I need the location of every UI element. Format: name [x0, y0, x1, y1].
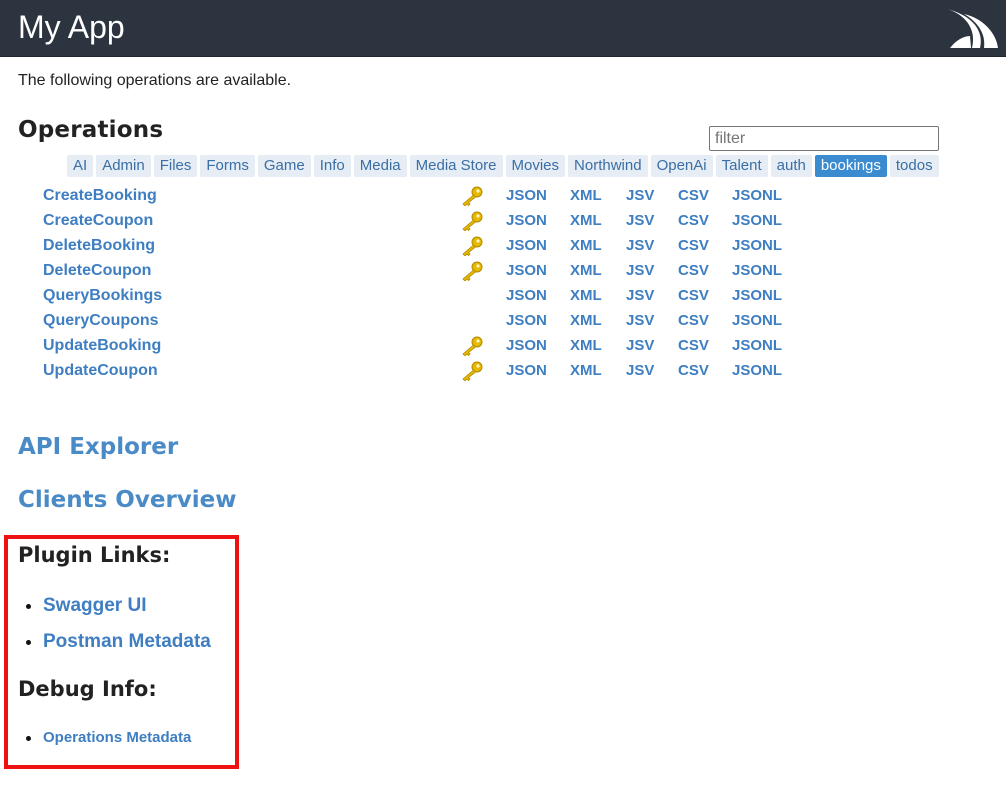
- tag-media[interactable]: Media: [353, 155, 407, 177]
- bullet-icon: [26, 640, 31, 645]
- format-link-xml[interactable]: XML: [570, 235, 602, 257]
- operation-link[interactable]: DeleteBooking: [43, 235, 155, 257]
- key-icon: [460, 186, 484, 207]
- format-link-csv[interactable]: CSV: [678, 260, 709, 282]
- operation-link[interactable]: QueryCoupons: [43, 310, 159, 332]
- format-link-jsv[interactable]: JSV: [626, 360, 654, 382]
- debug-info-heading: Debug Info:: [18, 677, 157, 701]
- api-explorer-link[interactable]: API Explorer: [18, 434, 178, 460]
- format-link-xml[interactable]: XML: [570, 260, 602, 282]
- tag-media-store[interactable]: Media Store: [409, 155, 503, 177]
- bullet-icon: [26, 604, 31, 609]
- format-link-jsonl[interactable]: JSONL: [732, 235, 782, 257]
- operation-link[interactable]: CreateCoupon: [43, 210, 153, 232]
- plugin-links-heading: Plugin Links:: [18, 543, 171, 567]
- operation-row: DeleteBooking JSON XML JSV CSV JSONL: [0, 235, 1006, 260]
- format-link-xml[interactable]: XML: [570, 360, 602, 382]
- operation-row: UpdateBooking JSON XML JSV CSV JSONL: [0, 335, 1006, 360]
- operation-row: UpdateCoupon JSON XML JSV CSV JSONL: [0, 360, 1006, 385]
- tag-info[interactable]: Info: [313, 155, 351, 177]
- tag-auth[interactable]: auth: [770, 155, 812, 177]
- format-link-json[interactable]: JSON: [506, 335, 547, 357]
- postman-metadata-link[interactable]: Postman Metadata: [43, 631, 211, 653]
- key-icon: [460, 211, 484, 232]
- tag-files[interactable]: Files: [153, 155, 198, 177]
- intro-text: The following operations are available.: [18, 72, 292, 89]
- format-link-jsonl[interactable]: JSONL: [732, 285, 782, 307]
- format-link-csv[interactable]: CSV: [678, 210, 709, 232]
- key-icon: [460, 261, 484, 282]
- operation-link[interactable]: DeleteCoupon: [43, 260, 151, 282]
- tag-openai[interactable]: OpenAi: [650, 155, 713, 177]
- format-link-csv[interactable]: CSV: [678, 310, 709, 332]
- tag-bookings[interactable]: bookings: [814, 155, 887, 177]
- key-icon: [460, 236, 484, 257]
- format-link-jsonl[interactable]: JSONL: [732, 210, 782, 232]
- format-link-json[interactable]: JSON: [506, 285, 547, 307]
- clients-overview-link[interactable]: Clients Overview: [18, 487, 237, 513]
- operation-row: CreateBooking JSON XML JSV CSV JSONL: [0, 185, 1006, 210]
- operation-row: QueryBookings JSON XML JSV CSV JSONL: [0, 285, 1006, 310]
- tag-ai[interactable]: AI: [67, 155, 94, 177]
- format-link-jsv[interactable]: JSV: [626, 235, 654, 257]
- format-link-jsv[interactable]: JSV: [626, 210, 654, 232]
- format-link-xml[interactable]: XML: [570, 210, 602, 232]
- format-link-xml[interactable]: XML: [570, 310, 602, 332]
- swagger-ui-link[interactable]: Swagger UI: [43, 595, 146, 617]
- filter-input[interactable]: [709, 126, 939, 151]
- format-link-csv[interactable]: CSV: [678, 235, 709, 257]
- format-link-jsonl[interactable]: JSONL: [732, 185, 782, 207]
- format-link-json[interactable]: JSON: [506, 210, 547, 232]
- format-link-json[interactable]: JSON: [506, 185, 547, 207]
- format-link-jsonl[interactable]: JSONL: [732, 260, 782, 282]
- format-link-json[interactable]: JSON: [506, 260, 547, 282]
- key-icon: [460, 336, 484, 357]
- tag-admin[interactable]: Admin: [96, 155, 151, 177]
- operation-row: CreateCoupon JSON XML JSV CSV JSONL: [0, 210, 1006, 235]
- format-link-jsv[interactable]: JSV: [626, 335, 654, 357]
- tag-forms[interactable]: Forms: [200, 155, 255, 177]
- tag-northwind[interactable]: Northwind: [568, 155, 648, 177]
- format-link-xml[interactable]: XML: [570, 185, 602, 207]
- tag-game[interactable]: Game: [257, 155, 311, 177]
- format-link-xml[interactable]: XML: [570, 335, 602, 357]
- servicestack-logo-icon: [947, 9, 998, 48]
- operation-link[interactable]: CreateBooking: [43, 185, 157, 207]
- format-link-csv[interactable]: CSV: [678, 360, 709, 382]
- tag-filter-bar: AI Admin Files Forms Game Info Media Media Stor…: [67, 155, 939, 177]
- operation-link[interactable]: UpdateBooking: [43, 335, 161, 357]
- operations-metadata-link[interactable]: Operations Metadata: [43, 729, 191, 746]
- format-link-csv[interactable]: CSV: [678, 335, 709, 357]
- tag-todos[interactable]: todos: [889, 155, 939, 177]
- key-icon: [460, 361, 484, 382]
- format-link-jsonl[interactable]: JSONL: [732, 335, 782, 357]
- app-header: My App: [0, 0, 1006, 57]
- format-link-xml[interactable]: XML: [570, 285, 602, 307]
- operation-row: DeleteCoupon JSON XML JSV CSV JSONL: [0, 260, 1006, 285]
- format-link-jsv[interactable]: JSV: [626, 285, 654, 307]
- app-title: My App: [18, 9, 125, 45]
- format-link-json[interactable]: JSON: [506, 310, 547, 332]
- format-link-jsonl[interactable]: JSONL: [732, 310, 782, 332]
- format-link-jsonl[interactable]: JSONL: [732, 360, 782, 382]
- format-link-jsv[interactable]: JSV: [626, 310, 654, 332]
- operation-row: QueryCoupons JSON XML JSV CSV JSONL: [0, 310, 1006, 335]
- tag-movies[interactable]: Movies: [505, 155, 566, 177]
- bullet-icon: [26, 736, 31, 741]
- format-link-csv[interactable]: CSV: [678, 185, 709, 207]
- operation-link[interactable]: UpdateCoupon: [43, 360, 158, 382]
- format-link-jsv[interactable]: JSV: [626, 185, 654, 207]
- format-link-json[interactable]: JSON: [506, 360, 547, 382]
- format-link-jsv[interactable]: JSV: [626, 260, 654, 282]
- operation-link[interactable]: QueryBookings: [43, 285, 162, 307]
- format-link-csv[interactable]: CSV: [678, 285, 709, 307]
- format-link-json[interactable]: JSON: [506, 235, 547, 257]
- tag-talent[interactable]: Talent: [715, 155, 768, 177]
- operations-heading: Operations: [18, 117, 164, 143]
